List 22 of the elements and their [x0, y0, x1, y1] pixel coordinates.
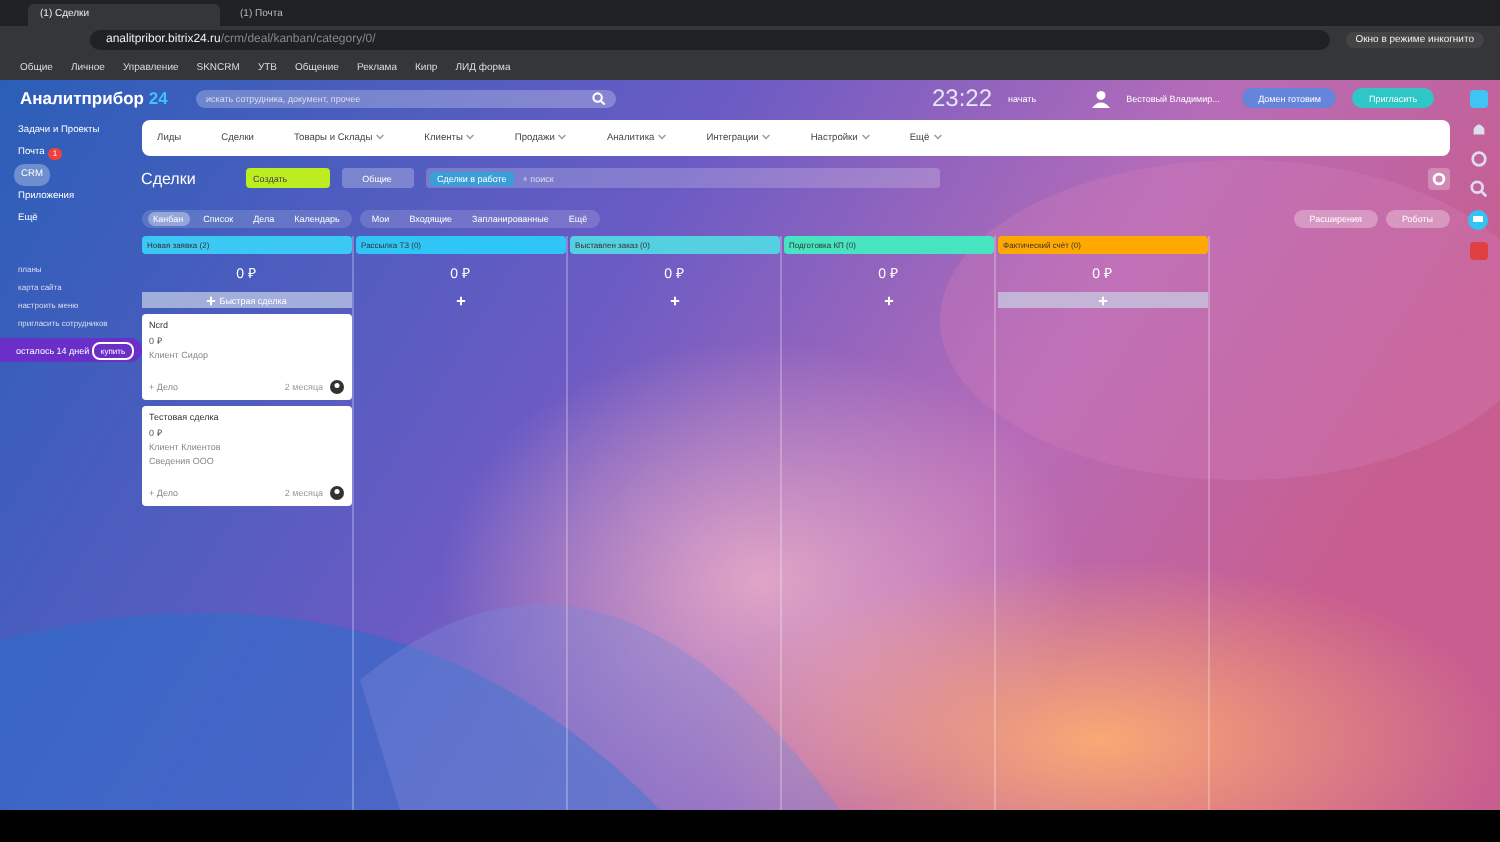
add-icon[interactable] — [883, 295, 894, 305]
add-icon[interactable] — [669, 295, 680, 305]
caret-icon — [933, 133, 942, 139]
plus-icon — [205, 295, 216, 305]
caret-icon — [762, 133, 771, 139]
caret-icon — [861, 133, 870, 139]
logo[interactable]: Аналитприбор 24 — [20, 88, 180, 108]
page-title: Сделки — [141, 169, 198, 187]
add-icon[interactable] — [455, 295, 466, 305]
caret-icon — [376, 133, 385, 139]
user-avatar-icon — [1092, 89, 1111, 107]
chat-icon[interactable] — [1468, 210, 1489, 230]
clock: 23:22 — [932, 84, 993, 112]
caret-icon — [466, 133, 475, 139]
user-avatar-icon — [329, 380, 344, 394]
caret-icon — [658, 133, 667, 139]
caret-icon — [558, 133, 567, 139]
search-icon — [592, 91, 606, 105]
user-avatar-icon — [329, 486, 344, 500]
plus-icon — [1097, 295, 1108, 305]
search-icon[interactable] — [1469, 180, 1488, 198]
settings-button[interactable] — [1427, 167, 1450, 189]
